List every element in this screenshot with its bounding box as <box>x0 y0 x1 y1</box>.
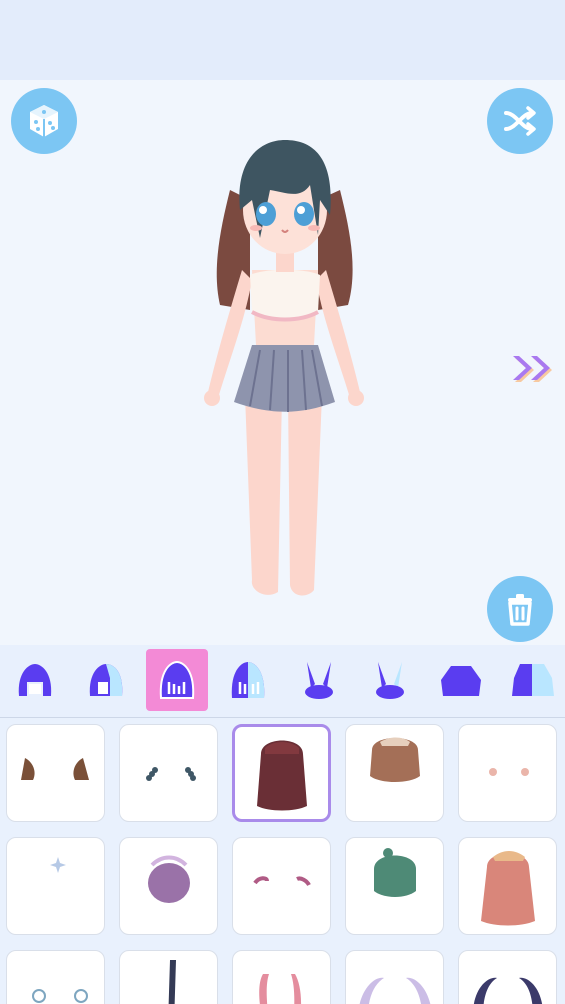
trash-icon <box>508 594 532 626</box>
hair-front-icon <box>18 664 52 696</box>
green-short-hair-thumb <box>373 848 416 897</box>
item-brown-short-hair[interactable] <box>345 724 444 822</box>
small-blue-sparkle-thumb <box>49 857 66 873</box>
item-purple-bun-hair[interactable] <box>119 837 218 935</box>
tab-jacket[interactable] <box>501 649 563 711</box>
randomize-button[interactable] <box>11 88 77 154</box>
tab-bunny-ears-alt[interactable] <box>359 649 421 711</box>
hair-side-icon <box>89 664 123 696</box>
tab-hair-long[interactable] <box>217 649 279 711</box>
item-lavender-horns[interactable] <box>345 950 444 1004</box>
jacket-icon <box>512 664 554 696</box>
category-tab-bar <box>0 645 565 718</box>
item-grid <box>0 718 565 1004</box>
top-status-area <box>0 0 565 80</box>
shuffle-button[interactable] <box>487 88 553 154</box>
character-avatar <box>204 140 364 596</box>
brown-animal-ears-thumb <box>20 758 89 780</box>
dice-icon <box>30 105 58 137</box>
lavender-horns-thumb <box>359 977 430 1004</box>
orange-long-hair-thumb <box>480 851 535 926</box>
item-small-blue-sparkle[interactable] <box>6 837 105 935</box>
item-navy-horns[interactable] <box>458 950 557 1004</box>
hair-back-icon <box>159 660 195 699</box>
pink-hair-pins-thumb <box>488 768 529 776</box>
item-green-short-hair[interactable] <box>345 837 444 935</box>
hair-long-icon <box>231 662 265 698</box>
item-brown-animal-ears[interactable] <box>6 724 105 822</box>
item-dark-hair-clips[interactable] <box>119 724 218 822</box>
item-dark-braid[interactable] <box>119 950 218 1004</box>
tab-bunny-ears[interactable] <box>288 649 350 711</box>
delete-button[interactable] <box>487 576 553 642</box>
item-blue-ring-accessories[interactable] <box>6 950 105 1004</box>
navy-horns-thumb <box>473 977 542 1004</box>
top-icon <box>441 666 481 696</box>
bunny-ears-icon <box>305 662 333 699</box>
dark-hair-clips-thumb <box>145 767 196 781</box>
bunny-ears-alt-icon <box>376 662 404 699</box>
item-dark-red-long-hair[interactable] <box>232 724 331 822</box>
item-pink-hair-pins[interactable] <box>458 724 557 822</box>
pink-twin-tails-thumb <box>258 974 301 1004</box>
dark-red-long-hair-thumb <box>256 740 307 811</box>
pink-bow-clips-thumb <box>252 876 311 887</box>
item-pink-bow-clips[interactable] <box>232 837 331 935</box>
dark-braid-thumb <box>168 960 176 1004</box>
item-orange-long-hair[interactable] <box>458 837 557 935</box>
blue-ring-accessories-thumb <box>31 989 88 1003</box>
shuffle-icon <box>504 106 536 136</box>
tab-hair-side[interactable] <box>75 649 137 711</box>
tab-hair-front[interactable] <box>4 649 66 711</box>
brown-short-hair-thumb <box>369 737 420 782</box>
double-chevron-right-icon[interactable] <box>510 350 560 390</box>
tab-hair-back[interactable] <box>146 649 208 711</box>
tab-top[interactable] <box>430 649 492 711</box>
purple-bun-hair-thumb <box>147 855 190 903</box>
item-pink-twin-tails[interactable] <box>232 950 331 1004</box>
